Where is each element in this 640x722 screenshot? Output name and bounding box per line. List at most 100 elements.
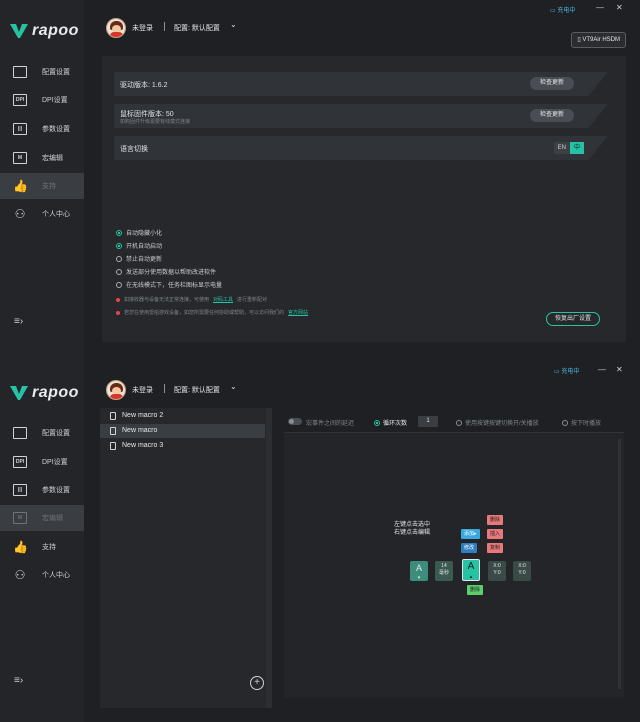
language-toggle[interactable]: EN 中 xyxy=(553,142,584,154)
option-label: 禁止自动更新 xyxy=(126,257,163,263)
check-update-button[interactable]: 检查更新 xyxy=(529,77,574,90)
mouse-move-key[interactable]: X:0 Y:0 xyxy=(513,561,531,581)
collapse-sidebar-icon[interactable]: ≡› xyxy=(14,675,23,686)
user-name[interactable]: 未登录 xyxy=(132,385,153,395)
nav-label: 支持 xyxy=(42,544,56,551)
key-top: 14 xyxy=(441,563,447,569)
avatar[interactable] xyxy=(106,18,126,38)
copy-chip[interactable]: 复制 xyxy=(487,543,504,553)
dpi-icon: DPI xyxy=(13,456,27,468)
radio-off[interactable] xyxy=(116,255,122,262)
sidebar: rapoo 配置设置 DPI DPI设置 ||| 参数设置 M 宏编辑 👍 支持 ⚇ 个人… xyxy=(0,362,84,722)
macro-icon: M xyxy=(13,152,27,164)
note-pairing: 如接收器与设备无法正常连接，可使用 对码工具 进行重新配对 xyxy=(116,296,267,303)
divider xyxy=(164,384,165,393)
nav-params[interactable]: ||| 参数设置 xyxy=(0,116,84,142)
nav-profile[interactable]: ⚇ 个人中心 xyxy=(0,201,84,227)
key-a-down[interactable]: A ▾ xyxy=(410,561,428,581)
remove-chip[interactable]: 删除 xyxy=(467,585,484,595)
sidebar: rapoo 配置设置 DPI DPI设置 ||| 参数设置 M 宏编辑 👍 支持 ⚇ 个人… xyxy=(0,0,84,362)
option-battery-icon[interactable]: 在无线模式下，任务栏图标显示电量 xyxy=(116,280,222,289)
chevron-down-icon[interactable]: ⌄ xyxy=(230,20,237,29)
key-bottom: Y:0 xyxy=(518,570,526,576)
nav-label: 配置设置 xyxy=(42,69,70,76)
check-firmware-button[interactable]: 检查更新 xyxy=(529,109,574,122)
key-bottom: ▾ xyxy=(417,575,421,581)
lang-zh-button[interactable]: 中 xyxy=(569,142,584,154)
nav-support[interactable]: 👍 支持 xyxy=(0,534,84,560)
add-macro-button[interactable]: + xyxy=(250,676,264,690)
person-icon: ⚇ xyxy=(14,568,26,582)
radio-on[interactable] xyxy=(116,229,122,236)
radio-on[interactable] xyxy=(116,242,122,249)
radio-off[interactable] xyxy=(116,281,122,288)
minimize-icon[interactable]: — xyxy=(596,3,604,12)
option-label: 开机自动启动 xyxy=(126,244,163,250)
support-panel: 驱动版本: 1.6.2 检查更新 鼠标固件版本: 50 如购固件升级需要有线模式… xyxy=(102,56,626,342)
loop-option[interactable]: 循环次数 xyxy=(374,418,407,427)
minimize-icon[interactable]: — xyxy=(598,365,606,374)
nav-support[interactable]: 👍 支持 xyxy=(0,173,84,199)
radio-off[interactable] xyxy=(116,268,122,275)
macro-list: New macro 2 New macro New macro 3 + xyxy=(100,408,272,708)
nav-dpi[interactable]: DPI DPI设置 xyxy=(0,449,84,475)
scrollbar[interactable] xyxy=(618,439,621,689)
collapse-sidebar-icon[interactable]: ≡› xyxy=(14,316,23,327)
option-label: 发送部分使用数据以帮助改进软件 xyxy=(126,270,217,276)
config-name[interactable]: 配置: 默认配置 xyxy=(174,385,220,395)
key-top: A xyxy=(415,563,422,573)
config-icon xyxy=(13,427,27,439)
scrollbar[interactable] xyxy=(266,408,272,708)
radio-on[interactable] xyxy=(374,419,380,426)
macro-editor-canvas[interactable]: 左键点击选中 右键点击编辑 删除 插入 复制 添加▸ 修改 A ▾ 14 毫秒 A ▴… xyxy=(284,432,624,698)
delay-label: 宏事件之间的延迟 xyxy=(306,421,355,427)
divider xyxy=(164,22,165,31)
radio-off[interactable] xyxy=(456,419,462,426)
option-auto-start[interactable]: 开机自动启动 xyxy=(116,241,162,250)
edit-chip[interactable]: 修改 xyxy=(461,543,478,553)
language-label: 语言切换 xyxy=(120,146,148,153)
close-icon[interactable]: ✕ xyxy=(616,3,623,12)
delete-chip[interactable]: 删除 xyxy=(487,515,504,525)
delay-key[interactable]: 14 毫秒 xyxy=(435,561,453,581)
option-auto-minimize[interactable]: 自动隐藏小化 xyxy=(116,228,162,237)
user-name[interactable]: 未登录 xyxy=(132,23,153,33)
close-icon[interactable]: ✕ xyxy=(616,365,623,374)
nav-params[interactable]: ||| 参数设置 xyxy=(0,477,84,503)
nav-label: 个人中心 xyxy=(42,211,70,218)
macro-item[interactable]: New macro 3 xyxy=(100,439,265,453)
chevron-down-icon[interactable]: ⌄ xyxy=(230,382,237,391)
insert-chip[interactable]: 插入 xyxy=(487,529,504,539)
radio-off[interactable] xyxy=(562,419,568,426)
website-link[interactable]: 官方网站 xyxy=(288,309,308,316)
option-no-update[interactable]: 禁止自动更新 xyxy=(116,254,162,263)
bullet-icon xyxy=(116,310,120,315)
nav-config[interactable]: 配置设置 xyxy=(0,420,84,446)
config-icon xyxy=(13,66,27,78)
add-chip[interactable]: 添加▸ xyxy=(461,529,480,539)
key-a-up[interactable]: A ▴ xyxy=(462,559,480,581)
nav-config[interactable]: 配置设置 xyxy=(0,59,84,85)
thumbs-up-icon: 👍 xyxy=(13,179,28,193)
avatar[interactable] xyxy=(106,380,126,400)
nav-macro[interactable]: M 宏编辑 xyxy=(0,145,84,171)
device-selector[interactable]: ▯ VT9Air HSDM xyxy=(571,32,626,48)
factory-reset-button[interactable]: 恢复出厂设置 xyxy=(545,312,600,326)
nav-profile[interactable]: ⚇ 个人中心 xyxy=(0,562,84,588)
config-name[interactable]: 配置: 默认配置 xyxy=(174,23,220,33)
macro-item[interactable]: New macro 2 xyxy=(100,409,265,423)
hold-play-option[interactable]: 按下时播放 xyxy=(562,418,601,427)
loop-count-input[interactable]: 1 xyxy=(418,416,438,427)
pairing-tool-link[interactable]: 对码工具 xyxy=(213,296,233,303)
macro-item[interactable]: New macro xyxy=(100,424,265,438)
toggle-play-label: 使用按键按键切换开/关播放 xyxy=(465,421,539,427)
nav-macro[interactable]: M 宏编辑 xyxy=(0,505,84,531)
delay-toggle[interactable] xyxy=(288,418,302,425)
top-bar: 未登录 配置: 默认配置 ⌄ ▭ 充电中 — ✕ ▯ VT9Air HSDM xyxy=(84,0,640,52)
mouse-move-key[interactable]: X:0 Y:0 xyxy=(488,561,506,581)
lang-en-button[interactable]: EN xyxy=(553,142,570,154)
nav-dpi[interactable]: DPI DPI设置 xyxy=(0,87,84,113)
nav-label: 个人中心 xyxy=(42,572,70,579)
toggle-play-option[interactable]: 使用按键按键切换开/关播放 xyxy=(456,418,539,427)
option-send-data[interactable]: 发送部分使用数据以帮助改进软件 xyxy=(116,267,216,276)
